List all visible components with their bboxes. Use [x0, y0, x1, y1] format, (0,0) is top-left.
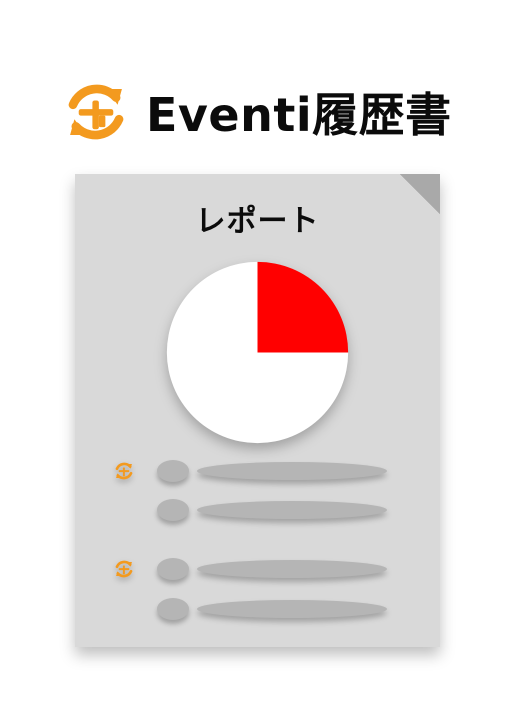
report-title: レポート [195, 204, 320, 239]
report-card: レポート [75, 174, 440, 647]
list-row [75, 556, 440, 582]
brand-title: Eventi履歴書 [146, 88, 452, 142]
placeholder-line [197, 501, 387, 519]
pie-chart [165, 260, 350, 445]
brand-header: Eventi履歴書 [60, 72, 452, 152]
placeholder-dot [157, 558, 189, 580]
placeholder-line [197, 462, 387, 480]
eventi-mini-icon [115, 560, 133, 578]
placeholder-line [197, 560, 387, 578]
list-row [75, 458, 440, 484]
placeholder-dot [157, 460, 189, 482]
eventi-logo-icon [68, 84, 124, 140]
list-row [75, 497, 440, 523]
placeholder-dot [157, 499, 189, 521]
list-row [75, 596, 440, 622]
pie-slice-0 [257, 261, 349, 353]
pie-chart-svg [166, 261, 349, 444]
placeholder-dot [157, 598, 189, 620]
placeholder-line [197, 600, 387, 618]
eventi-mini-icon [115, 462, 133, 480]
